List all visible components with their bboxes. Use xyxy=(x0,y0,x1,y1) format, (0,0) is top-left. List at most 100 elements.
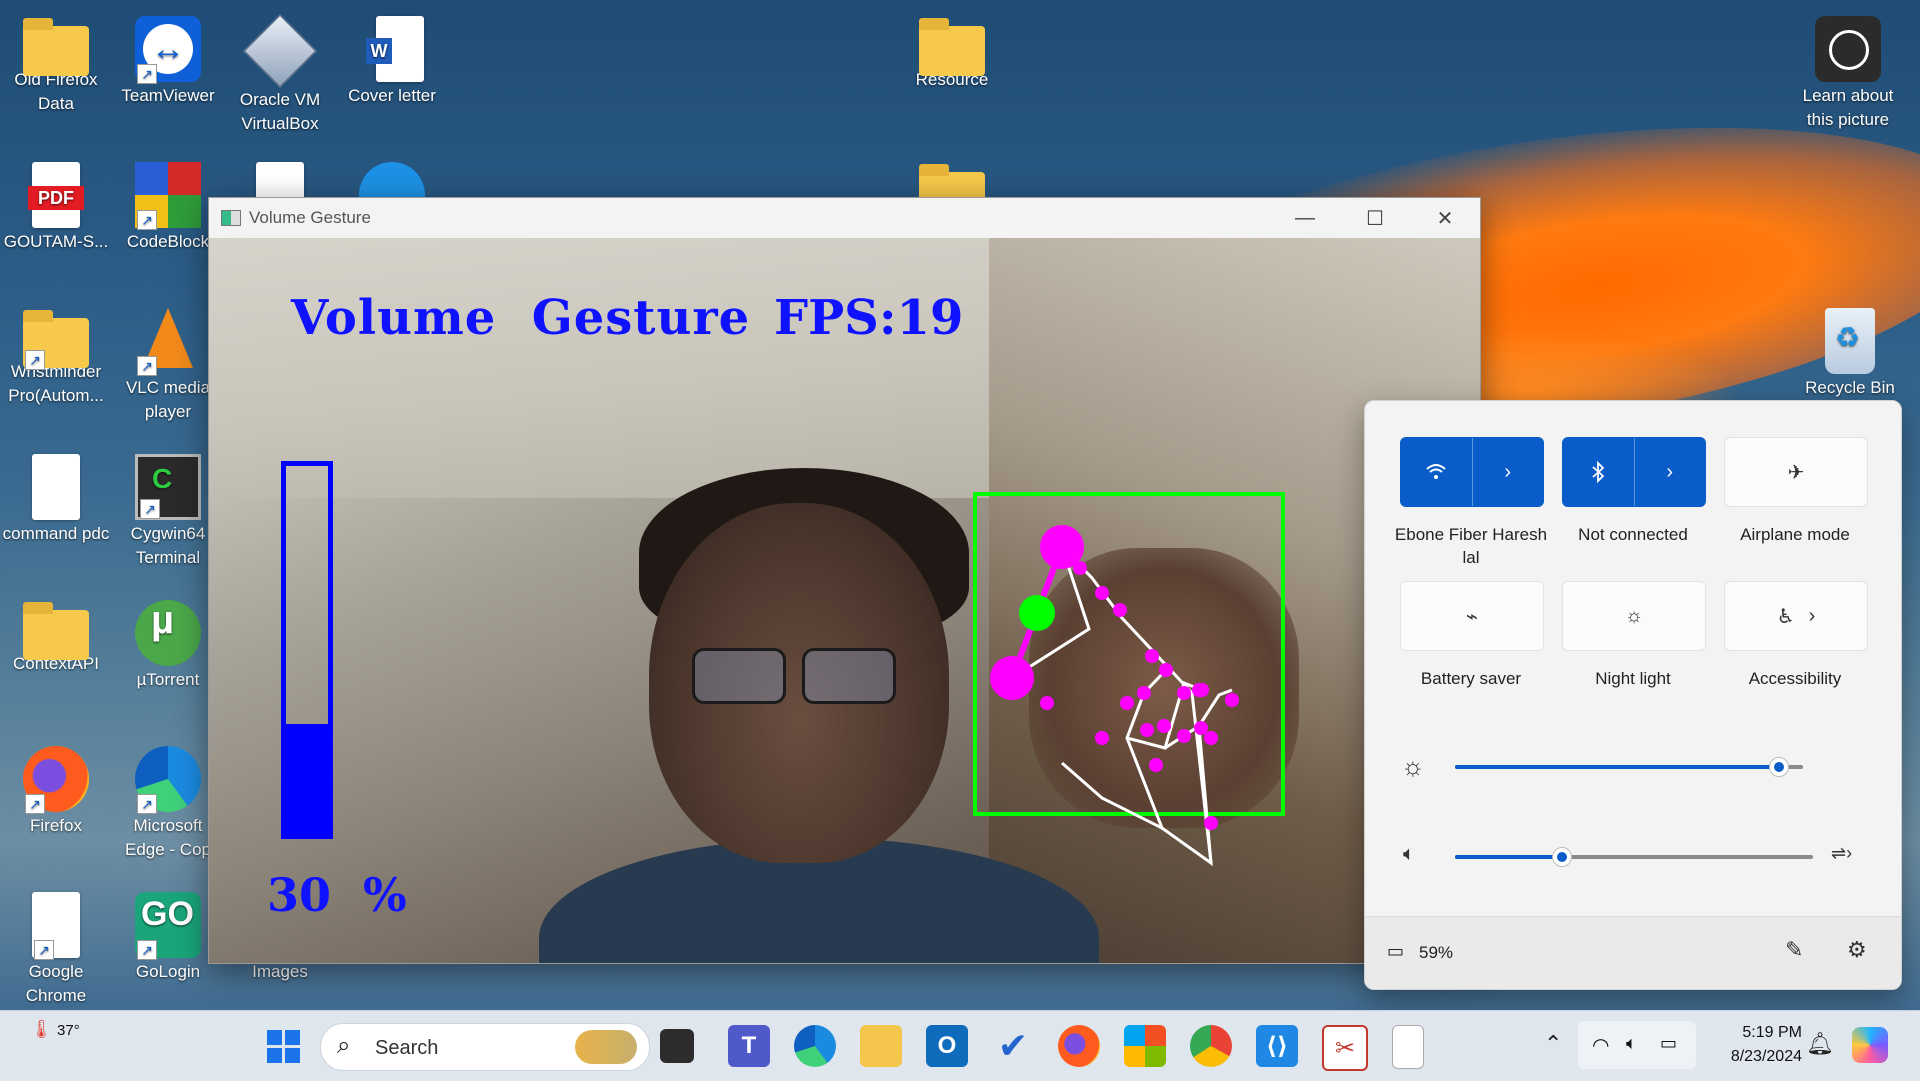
wifi-tile-label: Ebone Fiber Haresh lal xyxy=(1394,525,1548,567)
thermometer-icon: 🌡︎ xyxy=(30,1019,53,1039)
edge-taskbar-icon[interactable] xyxy=(794,1025,836,1067)
desktop-icon-goutam-pdf[interactable]: PDF GOUTAM-S... xyxy=(2,154,110,254)
app-window-icon xyxy=(221,210,241,226)
thumb-tip-landmark xyxy=(990,656,1034,700)
wifi-expand-chevron-icon[interactable]: › xyxy=(1471,438,1544,506)
desktop-icon-gologin[interactable]: GO ↗ GoLogin xyxy=(114,884,222,984)
desktop-icon-edge[interactable]: ↗ Microsoft Edge - Cop xyxy=(114,738,222,862)
desktop-icon-label: TeamViewer xyxy=(121,86,215,105)
chrome-icon[interactable] xyxy=(1190,1025,1232,1067)
weather-widget[interactable]: 🌡︎ 37° xyxy=(30,1019,80,1040)
night-light-tile[interactable]: ☼ xyxy=(1562,581,1706,651)
midpoint-landmark xyxy=(1019,595,1055,631)
close-button[interactable]: ✕ xyxy=(1410,198,1480,238)
volume-slider-fill xyxy=(1455,855,1563,859)
firefox-taskbar-icon[interactable] xyxy=(1058,1025,1100,1067)
battery-percent[interactable]: 59% xyxy=(1419,943,1453,963)
desktop-icon-label: Cover letter xyxy=(348,86,436,105)
hand-tracking-overlay xyxy=(973,492,1285,867)
bluetooth-expand-chevron-icon[interactable]: › xyxy=(1633,438,1706,506)
speaker-icon[interactable]: 🔈︎ xyxy=(1403,843,1415,866)
word-document-icon: W xyxy=(366,16,424,82)
maximize-button[interactable]: ☐ xyxy=(1340,198,1410,238)
desktop-icon-learn-about-picture[interactable]: Learn about this picture xyxy=(1790,8,1906,132)
excel-document-icon xyxy=(256,162,304,202)
file-explorer-icon[interactable] xyxy=(860,1025,902,1067)
accessibility-tile-label: Accessibility xyxy=(1748,669,1842,688)
battery-icon[interactable]: ▭ xyxy=(1387,941,1404,962)
taskbar: 🌡︎ 37° ⌕ Search T O ✔ ⟨⟩ ✂ ⌃ ◠ 🔈︎ ▭ 5:19… xyxy=(0,1010,1920,1081)
desktop-icon-label: µTorrent xyxy=(136,670,200,689)
airplane-mode-tile[interactable]: ✈ xyxy=(1724,437,1868,507)
desktop-icon-old-firefox-data[interactable]: Old Firefox Data xyxy=(2,8,110,116)
copilot-icon[interactable] xyxy=(1852,1027,1888,1063)
desktop-icon-codeblocks[interactable]: ↗ CodeBlock xyxy=(114,154,222,254)
desktop-icon-vlc[interactable]: ↗ VLC media player xyxy=(114,300,222,424)
clock-time: 5:19 PM xyxy=(1742,1024,1802,1041)
desktop-icon-label: GoLogin xyxy=(135,962,201,981)
recycle-bin-icon: ♻ xyxy=(1825,308,1875,374)
settings-gear-icon[interactable]: ⚙ xyxy=(1847,937,1867,963)
desktop-icon-cover-letter[interactable]: W Cover letter xyxy=(338,8,446,108)
desktop-icon-label: GOUTAM-S... xyxy=(3,232,109,251)
desktop-icon-teamviewer[interactable]: ↔ ↗ TeamViewer xyxy=(114,8,222,108)
notepad-icon[interactable] xyxy=(1392,1025,1424,1069)
desktop-icon-command-pdc[interactable]: command pdc xyxy=(2,446,110,546)
snipping-tool-icon[interactable]: ✂ xyxy=(1322,1025,1368,1071)
desktop-icon-recycle-bin[interactable]: ♻ Recycle Bin xyxy=(1796,300,1904,400)
pdf-icon: PDF xyxy=(28,162,84,228)
clock[interactable]: 5:19 PM 8/23/2024 xyxy=(1712,1021,1802,1069)
accessibility-icon: ♿ xyxy=(1776,605,1795,628)
learn-picture-icon xyxy=(1815,16,1881,82)
show-hidden-icons-chevron[interactable]: ⌃ xyxy=(1544,1031,1562,1057)
vscode-icon[interactable]: ⟨⟩ xyxy=(1256,1025,1298,1067)
teams-icon[interactable]: T xyxy=(728,1025,770,1067)
folder-icon xyxy=(23,602,89,660)
desktop-icon-utorrent[interactable]: µ µTorrent xyxy=(114,592,222,692)
wifi-tray-icon: ◠ xyxy=(1592,1035,1610,1057)
brightness-slider-thumb[interactable] xyxy=(1768,757,1789,777)
microsoft-store-icon[interactable] xyxy=(1124,1025,1166,1067)
edit-pencil-icon[interactable]: ✎ xyxy=(1785,937,1803,963)
quick-settings-panel[interactable]: › Ebone Fiber Haresh lal › Not connected… xyxy=(1364,400,1902,990)
desktop-icon-google-chrome[interactable]: ↗ Google Chrome xyxy=(2,884,110,1008)
clock-date: 8/23/2024 xyxy=(1730,1048,1802,1065)
audio-output-select-icon[interactable]: ⇌› xyxy=(1831,843,1852,864)
volume-slider[interactable] xyxy=(1455,847,1813,867)
battery-tray-icon: ▭ xyxy=(1660,1033,1678,1053)
desktop-icon-label: Recycle Bin xyxy=(1805,378,1895,397)
battery-saver-tile-label: Battery saver xyxy=(1420,669,1522,688)
window-titlebar[interactable]: Volume Gesture — ☐ ✕ xyxy=(209,198,1480,238)
brightness-slider[interactable] xyxy=(1455,757,1803,777)
bluetooth-tile[interactable]: › xyxy=(1562,437,1706,507)
accessibility-tile[interactable]: ♿ › xyxy=(1724,581,1868,651)
taskbar-search[interactable]: ⌕ Search xyxy=(320,1023,650,1071)
outlook-icon[interactable]: O xyxy=(926,1025,968,1067)
start-button[interactable] xyxy=(262,1025,304,1067)
desktop-icon-firefox[interactable]: ↗ Firefox xyxy=(2,738,110,838)
desktop-icon-label: Firefox xyxy=(30,816,82,835)
desktop-icon-virtualbox[interactable]: Oracle VM VirtualBox xyxy=(226,8,334,136)
brightness-slider-fill xyxy=(1455,765,1779,769)
system-tray-quick-settings-button[interactable]: ◠ 🔈︎ ▭ xyxy=(1578,1021,1696,1069)
battery-saver-tile[interactable]: ⌁ xyxy=(1400,581,1544,651)
camera-feed: Volume Gesture FPS:19 30 % xyxy=(209,238,1480,963)
volume-gesture-window[interactable]: Volume Gesture — ☐ ✕ Volume Gesture FPS:… xyxy=(208,197,1481,964)
wifi-tile[interactable]: › xyxy=(1400,437,1544,507)
quick-settings-footer: ▭ 59% ✎ ⚙ xyxy=(1365,916,1901,989)
desktop-icon-wristminder[interactable]: ↗ Wristminder Pro(Autom... xyxy=(2,300,110,408)
window-title: Volume Gesture xyxy=(249,208,371,227)
task-view-icon[interactable] xyxy=(660,1029,694,1063)
desktop-icon-label: command pdc xyxy=(2,524,110,543)
desktop-icon-label: CodeBlock xyxy=(126,232,210,251)
desktop-icon-resource[interactable]: Resource xyxy=(898,8,1006,92)
bluetooth-icon[interactable] xyxy=(1563,438,1634,506)
desktop-icon-cygwin[interactable]: C ↗ Cygwin64 Terminal xyxy=(114,446,222,570)
volume-slider-thumb[interactable] xyxy=(1552,847,1573,867)
notification-bell-icon[interactable]: 🔔︎ xyxy=(1806,1031,1834,1057)
todo-icon[interactable]: ✔ xyxy=(992,1025,1034,1067)
volume-tray-icon: 🔈︎ xyxy=(1626,1033,1637,1053)
minimize-button[interactable]: — xyxy=(1270,198,1340,238)
wifi-icon[interactable] xyxy=(1401,438,1472,506)
desktop-icon-contextapi[interactable]: ContextAPI xyxy=(2,592,110,676)
